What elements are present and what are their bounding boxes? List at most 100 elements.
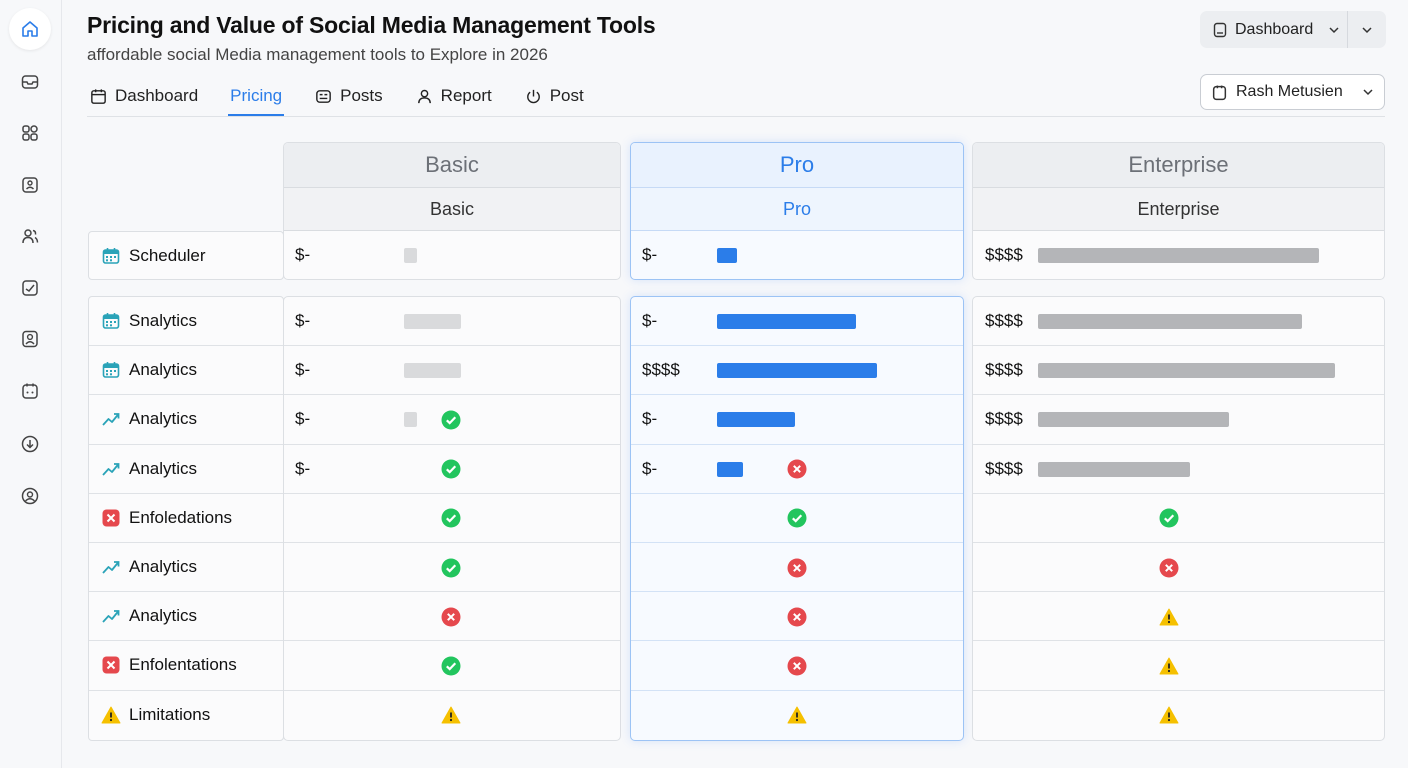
check-icon [441,459,461,479]
table-row: $$$$ [973,445,1384,494]
table-row: $- [631,297,963,347]
tab-label: Dashboard [115,86,199,105]
tab-post[interactable]: Post [522,76,586,116]
sidebar-item-account[interactable] [9,475,51,517]
calendar-icon [89,87,108,106]
table-row: $$$$ [973,231,1384,279]
check-icon [1159,508,1179,528]
tab-label: Pricing [230,86,283,105]
table-row [284,691,620,740]
table-row: $- [631,445,963,494]
tab-report[interactable]: Report [413,76,494,116]
value-bar [717,363,877,379]
price-label: $- [295,458,311,478]
value-bar [717,314,856,330]
plan-enterprise-subtitle: Enterprise [973,188,1384,231]
feature-row: Analytics [89,445,283,494]
dashboard-dropdown-label: Dashboard [1235,20,1314,38]
warning-icon [1159,607,1179,627]
feature-row: Scheduler [89,232,283,279]
table-row [973,494,1384,543]
trend-icon [101,459,121,479]
check-icon [441,558,461,578]
value-bar [1038,412,1229,428]
sidebar-item-inbox[interactable] [9,61,51,103]
sidebar-item-chart-box[interactable] [9,267,51,309]
tab-dashboard[interactable]: Dashboard [87,76,200,116]
tab-label: Post [549,86,584,105]
tab-label: Posts [340,86,383,105]
price-label: $- [295,360,311,380]
table-row [631,494,963,543]
value-bar [1038,363,1335,379]
table-row [284,494,620,543]
user-dropdown-label: Rash Metusien [1236,83,1343,100]
plan-enterprise-body-box: $$$$ $$$$ $$$$ $$$$ [972,296,1385,741]
table-row [973,641,1384,691]
tab-posts[interactable]: Posts [312,76,385,116]
price-label: $$$$ [985,311,1023,331]
cross-icon [1159,558,1179,578]
chart-box-icon [20,278,40,298]
feature-label: Limitations [129,705,211,725]
price-label: $$$$ [985,458,1023,478]
cross-icon [787,656,807,676]
check-icon [441,508,461,528]
x-box-icon [101,655,121,675]
value-bar [1038,461,1190,477]
account-icon [20,486,40,506]
dashboard-dropdown-toggle[interactable] [1348,11,1386,48]
sidebar-item-calendar[interactable] [9,370,51,412]
user-dropdown[interactable]: Rash Metusien [1200,74,1385,110]
sidebar-item-download[interactable] [9,423,51,465]
value-bar [404,314,461,330]
table-row: $$$$ [631,346,963,396]
sidebar-item-profile[interactable] [9,318,51,360]
plan-pro-body-box: $- $$$$ $- $- [630,296,964,741]
feature-row: Enfoledations [89,494,283,543]
dashboard-dropdown-label-area[interactable]: Dashboard [1200,11,1348,48]
table-row [631,691,963,740]
warning-icon [1159,656,1179,676]
plan-pro-header-box: Pro Pro $- [630,142,964,280]
sidebar-item-home[interactable] [9,8,51,50]
value-bar [404,247,417,263]
cross-icon [441,607,461,627]
sidebar-item-contact-card[interactable] [9,164,51,206]
dashboard-dropdown[interactable]: Dashboard [1200,11,1386,48]
value-bar [1038,247,1319,263]
check-icon [787,508,807,528]
sidebar [0,0,62,768]
warning-icon [441,705,461,725]
x-box-icon [101,508,121,528]
table-row: $$$$ [973,297,1384,347]
sidebar-item-people[interactable] [9,215,51,257]
plan-basic-subtitle: Basic [284,188,620,231]
tab-pricing[interactable]: Pricing [228,76,285,116]
price-label: $- [642,409,658,429]
page-title: Pricing and Value of Social Media Manage… [87,12,656,38]
feature-row: Enfolentations [89,641,283,691]
feature-label: Analytics [129,458,198,478]
sidebar-item-apps[interactable] [9,112,51,154]
plan-basic-header-box: Basic Basic $- [283,142,621,280]
contact-card-icon [20,175,40,195]
cross-icon [787,607,807,627]
plan-basic-title: Basic [284,143,620,188]
table-row [284,641,620,691]
price-label: $- [295,409,311,429]
power-icon [524,87,543,106]
user-icon [415,87,434,106]
inbox-icon [20,72,40,92]
feature-row: Analytics [89,395,283,445]
table-row: $- [284,346,620,396]
feature-label: Analytics [129,557,198,577]
price-label: $$$$ [985,245,1023,264]
calendar-icon [20,381,40,401]
chevron-down-icon [1363,89,1373,96]
price-label: $- [642,245,658,264]
feature-top-box: Scheduler [88,231,284,280]
feature-list-box: Snalytics Analytics Analytics Analytics Enfo… [88,296,284,741]
table-row: $$$$ [973,395,1384,445]
tab-divider [87,116,1385,117]
